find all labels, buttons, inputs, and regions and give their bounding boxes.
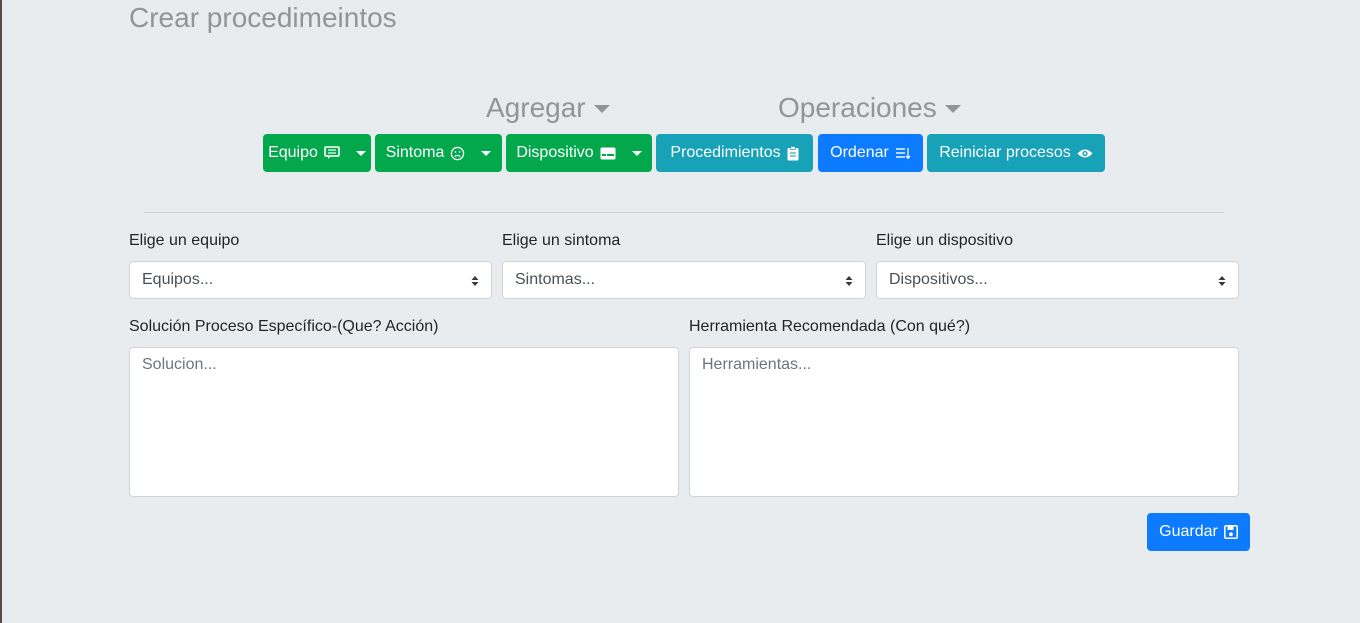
procedimientos-button-label: Procedimientos <box>670 144 781 161</box>
agregar-menu-label: Agregar <box>486 92 586 123</box>
sintoma-select-value: Sintomas... <box>515 271 596 288</box>
comment-icon <box>324 146 340 159</box>
device-card-icon <box>600 147 616 159</box>
equipo-select-value: Equipos... <box>142 271 214 288</box>
equipo-dropdown-button[interactable]: Equipo <box>263 134 371 172</box>
herramienta-label: Herramienta Recomendada (Con qué?) <box>689 318 971 335</box>
sintoma-select[interactable]: Sintomas... <box>502 261 866 299</box>
sort-list-icon <box>895 148 911 159</box>
sintoma-button-label: Sintoma <box>385 144 445 161</box>
herramienta-textarea[interactable]: Herramientas... <box>689 347 1239 497</box>
herramienta-placeholder: Herramientas... <box>702 356 812 373</box>
sintoma-select-label: Elige un sintoma <box>502 232 621 249</box>
dispositivo-button-label: Dispositivo <box>516 144 594 161</box>
ordenar-button[interactable]: Ordenar <box>818 134 923 172</box>
solucion-textarea[interactable]: Solucion... <box>129 347 679 497</box>
divider <box>144 212 1224 213</box>
procedimientos-button[interactable]: Procedimientos <box>656 134 813 172</box>
agregar-menu[interactable]: Agregar <box>486 92 610 124</box>
ordenar-button-label: Ordenar <box>830 144 889 161</box>
sintoma-dropdown-button[interactable]: Sintoma <box>375 134 502 172</box>
eye-icon <box>1077 149 1093 157</box>
select-arrows-icon <box>471 276 479 286</box>
operaciones-menu[interactable]: Operaciones <box>778 92 961 124</box>
dispositivo-select[interactable]: Dispositivos... <box>876 261 1239 299</box>
select-arrows-icon <box>1218 276 1226 286</box>
reiniciar-button-label: Reiniciar procesos <box>939 144 1071 161</box>
guardar-button[interactable]: Guardar <box>1147 513 1250 551</box>
caret-down-icon <box>944 105 961 113</box>
operaciones-menu-label: Operaciones <box>778 92 937 123</box>
clipboard-icon <box>787 145 799 160</box>
dropdown-caret-icon <box>481 150 492 156</box>
dropdown-caret-icon <box>355 150 366 156</box>
equipo-select-label: Elige un equipo <box>129 232 240 249</box>
dropdown-caret-icon <box>631 150 642 156</box>
equipo-button-label: Equipo <box>268 144 318 161</box>
caret-down-icon <box>593 105 610 113</box>
solucion-label: Solución Proceso Específico-(Que? Acción… <box>129 318 439 335</box>
page-title: Crear procedimeintos <box>129 2 397 33</box>
solucion-placeholder: Solucion... <box>142 356 217 373</box>
save-icon <box>1223 525 1238 539</box>
dispositivo-select-value: Dispositivos... <box>889 271 988 288</box>
frown-icon <box>451 146 465 160</box>
dispositivo-select-label: Elige un dispositivo <box>876 232 1013 249</box>
select-arrows-icon <box>845 276 853 286</box>
guardar-button-label: Guardar <box>1159 523 1218 540</box>
window-edge <box>0 0 2 623</box>
equipo-select[interactable]: Equipos... <box>129 261 492 299</box>
reiniciar-procesos-button[interactable]: Reiniciar procesos <box>927 134 1105 172</box>
dispositivo-dropdown-button[interactable]: Dispositivo <box>506 134 652 172</box>
